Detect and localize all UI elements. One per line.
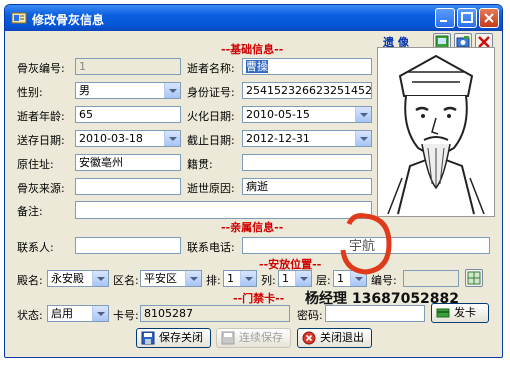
gender-label: 性别:: [17, 86, 43, 99]
id-label: 身份证号:: [187, 86, 235, 99]
continue-save-label: 连续保存: [239, 331, 283, 344]
address-label: 原住址:: [17, 158, 54, 171]
address-field[interactable]: 安徽亳州: [75, 154, 181, 171]
name-field[interactable]: 曹操: [242, 58, 372, 75]
area-select[interactable]: 平安区: [140, 270, 202, 287]
hall-label: 殿名:: [17, 274, 43, 287]
contact-overlay-text: 杨经理 13687052882: [305, 291, 460, 307]
status-label: 状态:: [17, 309, 43, 322]
save-close-label: 保存关闭: [159, 331, 203, 344]
ash-no-field[interactable]: 1: [75, 58, 181, 75]
status-value: 启用: [51, 307, 73, 320]
origin-field[interactable]: [242, 154, 372, 171]
watermark-text: 宇航: [349, 238, 375, 254]
minimize-button[interactable]: [435, 8, 455, 28]
close-exit-button[interactable]: 关闭退出: [297, 328, 372, 348]
chevron-down-icon[interactable]: [164, 83, 180, 98]
deliver-date-picker[interactable]: 2010-03-18: [75, 130, 181, 147]
cremation-date-value: 2010-05-15: [246, 108, 310, 121]
edit-ash-info-window: 修改骨灰信息 --基础信息-- 骨灰编号: 1 逝者名称: 曹操 性别: 男 身…: [4, 4, 503, 358]
close-exit-label: 关闭退出: [320, 331, 364, 344]
area-label: 区名:: [113, 274, 139, 287]
age-label: 逝者年龄:: [17, 110, 65, 123]
area-value: 平安区: [144, 272, 177, 285]
section-basic-info: --基础信息--: [221, 43, 284, 56]
card-no-label: 卡号:: [113, 309, 139, 322]
row-select[interactable]: 1: [223, 270, 257, 287]
chevron-down-icon[interactable]: [185, 271, 201, 286]
chevron-down-icon[interactable]: [164, 131, 180, 146]
cremation-date-picker[interactable]: 2010-05-15: [242, 106, 372, 123]
deliver-date-value: 2010-03-18: [79, 132, 143, 145]
window-title: 修改骨灰信息: [32, 13, 105, 27]
cremation-date-label: 火化日期:: [187, 110, 235, 123]
save-close-button[interactable]: 保存关闭: [136, 328, 211, 348]
title-bar[interactable]: 修改骨灰信息: [5, 5, 502, 31]
name-label: 逝者名称:: [187, 62, 235, 75]
layer-label: 层:: [316, 274, 331, 287]
row-value: 1: [227, 272, 234, 285]
cancel-icon: [302, 331, 316, 345]
maximize-icon: [461, 12, 473, 23]
gender-value: 男: [79, 84, 90, 97]
portrait-photo: [377, 47, 495, 217]
expire-date-label: 截止日期:: [187, 134, 235, 147]
hall-select[interactable]: 永安殿: [47, 270, 109, 287]
pick-position-button[interactable]: [465, 269, 483, 287]
save-icon: [141, 331, 155, 345]
contact-label: 联系人:: [17, 241, 54, 254]
origin-label: 籍贯:: [187, 158, 213, 171]
contact-field[interactable]: [75, 237, 181, 254]
save-icon: [221, 331, 235, 345]
minimize-icon: [440, 20, 447, 22]
hall-value: 永安殿: [51, 272, 84, 285]
app-icon: [11, 12, 27, 24]
code-field[interactable]: [403, 270, 459, 287]
phone-label: 联系电话:: [187, 241, 235, 254]
ash-no-label: 骨灰编号:: [17, 62, 65, 75]
password-label: 密码:: [297, 309, 323, 322]
remark-label: 备注:: [17, 205, 43, 218]
status-select[interactable]: 启用: [47, 305, 109, 322]
chevron-down-icon[interactable]: [295, 271, 311, 286]
cause-label: 逝世原因:: [187, 182, 235, 195]
age-field[interactable]: 65: [75, 106, 181, 123]
source-label: 骨灰来源:: [17, 182, 65, 195]
row-label: 排:: [206, 274, 221, 287]
section-access-card: --门禁卡--: [233, 292, 285, 305]
chevron-down-icon[interactable]: [92, 271, 108, 286]
continue-save-button[interactable]: 连续保存: [216, 328, 291, 348]
remark-field[interactable]: [75, 201, 372, 219]
section-family-info: --亲属信息--: [221, 221, 284, 234]
gender-select[interactable]: 男: [75, 82, 181, 99]
chevron-down-icon[interactable]: [240, 271, 256, 286]
maximize-button[interactable]: [457, 8, 477, 28]
cause-field[interactable]: 病逝: [242, 178, 372, 195]
close-icon: [484, 13, 494, 23]
source-field[interactable]: [75, 178, 181, 195]
name-value: 曹操: [246, 60, 268, 73]
close-button[interactable]: [479, 8, 499, 28]
chevron-down-icon[interactable]: [355, 107, 371, 122]
card-no-field[interactable]: 8105287: [140, 305, 290, 322]
grid-icon: [467, 271, 481, 285]
id-number-field[interactable]: 254152326623251452: [242, 82, 372, 99]
expire-date-value: 2012-12-31: [246, 132, 310, 145]
card-icon: [436, 308, 450, 318]
col-value: 1: [282, 272, 289, 285]
watermark-seal: 宇航: [340, 213, 392, 275]
deliver-date-label: 送存日期:: [17, 134, 65, 147]
portrait-image: [387, 54, 485, 215]
chevron-down-icon[interactable]: [92, 306, 108, 321]
chevron-down-icon[interactable]: [355, 131, 371, 146]
col-select[interactable]: 1: [278, 270, 312, 287]
col-label: 列:: [261, 274, 276, 287]
expire-date-picker[interactable]: 2012-12-31: [242, 130, 372, 147]
